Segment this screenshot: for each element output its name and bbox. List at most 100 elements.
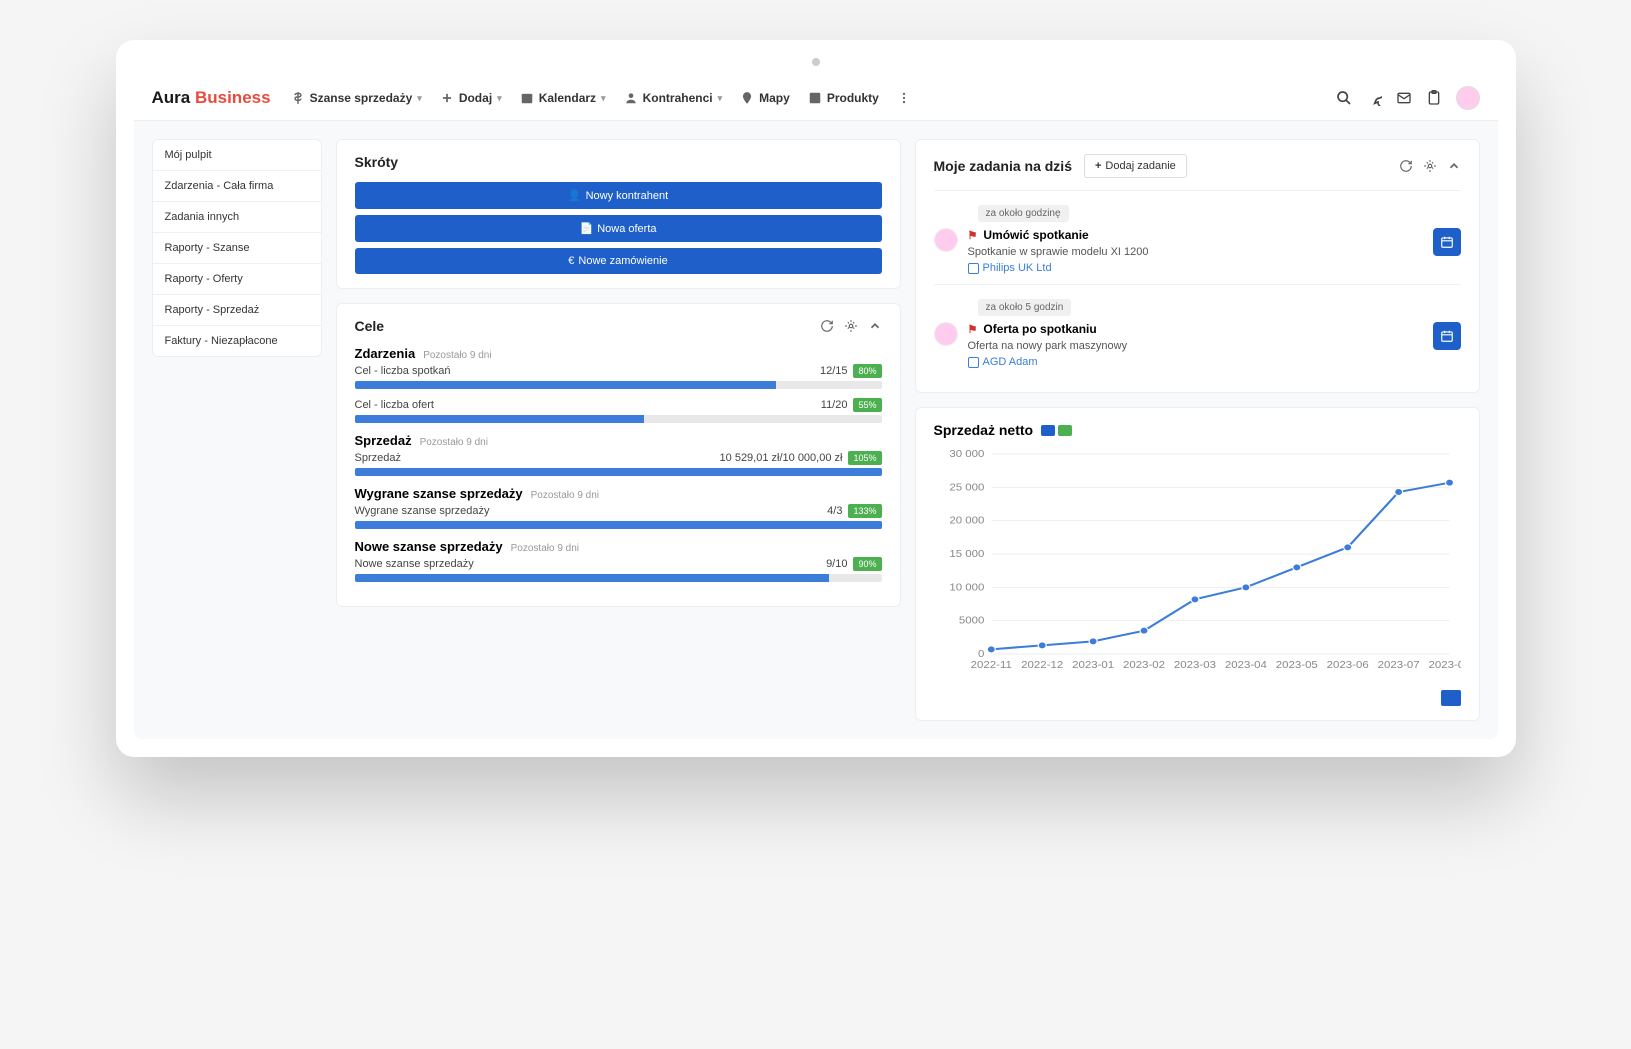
add-task-button[interactable]: +Dodaj zadanie	[1084, 154, 1187, 178]
sidebar-item-reports-offers[interactable]: Raporty - Oferty	[153, 264, 321, 295]
task-contractor-link[interactable]: Philips UK Ltd	[968, 262, 1423, 274]
shortcuts-title: Skróty	[355, 154, 399, 170]
svg-text:2023-07: 2023-07	[1377, 660, 1419, 671]
progress-bar	[355, 468, 882, 476]
chevron-down-icon: ▾	[601, 93, 606, 104]
more-vertical-icon	[897, 91, 911, 105]
svg-text:2023-02: 2023-02	[1123, 660, 1165, 671]
sales-chart-panel: Sprzedaż netto 0500010 00015 00020 00025…	[915, 407, 1480, 721]
tasks-title: Moje zadania na dziś	[934, 158, 1072, 174]
clipboard-icon[interactable]	[1426, 90, 1442, 106]
nav-maps[interactable]: Mapy	[740, 91, 790, 105]
chevron-down-icon: ▾	[497, 93, 502, 104]
series-icon-green	[1058, 425, 1072, 436]
goal-sales: Sprzedaż 10 529,01 zł/10 000,00 zł105%	[355, 452, 882, 476]
task-item: za około 5 godzin ⚑ Oferta po spotkaniu …	[934, 284, 1461, 378]
task-calendar-button[interactable]	[1433, 228, 1461, 256]
sidebar-item-dashboard[interactable]: Mój pulpit	[153, 140, 321, 171]
chart-title: Sprzedaż netto	[934, 422, 1034, 438]
goal-badge: 105%	[848, 451, 881, 465]
sidebar-item-invoices-unpaid[interactable]: Faktury - Niezapłacone	[153, 326, 321, 356]
svg-text:10 000: 10 000	[949, 582, 984, 593]
goal-won: Wygrane szanse sprzedaży 4/3133%	[355, 505, 882, 529]
svg-text:2023-05: 2023-05	[1275, 660, 1317, 671]
new-order-button[interactable]: €Nowe zamówienie	[355, 248, 882, 274]
goal-meetings: Cel - liczba spotkań 12/1580%	[355, 365, 882, 389]
shortcuts-panel: Skróty 👤Nowy kontrahent 📄Nowa oferta €No…	[336, 139, 901, 289]
svg-text:2022-11: 2022-11	[970, 660, 1011, 671]
goal-new: Nowe szanse sprzedaży 9/1090%	[355, 558, 882, 582]
flag-icon: ⚑	[968, 323, 978, 336]
progress-bar	[355, 574, 882, 582]
svg-text:25 000: 25 000	[949, 482, 984, 493]
grid-icon	[808, 91, 822, 105]
new-offer-button[interactable]: 📄Nowa oferta	[355, 215, 882, 242]
progress-bar	[355, 521, 882, 529]
sidebar-item-reports-sales[interactable]: Raporty - Sprzedaż	[153, 295, 321, 326]
table-view-button[interactable]	[1441, 690, 1461, 706]
search-icon[interactable]	[1336, 90, 1352, 106]
nav-more[interactable]	[897, 91, 911, 105]
chevron-up-icon[interactable]	[868, 319, 882, 333]
person-icon: 👤	[568, 190, 582, 202]
user-avatar[interactable]	[1456, 86, 1480, 110]
progress-bar	[355, 381, 882, 389]
gear-icon[interactable]	[1423, 159, 1437, 173]
chart-legend-icons	[1041, 425, 1072, 436]
chat-icon[interactable]	[1366, 90, 1382, 106]
svg-text:2023-01: 2023-01	[1072, 660, 1114, 671]
new-contractor-button[interactable]: 👤Nowy kontrahent	[355, 182, 882, 209]
task-time-badge: za około godzinę	[978, 205, 1069, 222]
goal-section-sales: Sprzedaż Pozostało 9 dni	[355, 433, 882, 448]
nav-sales-chances[interactable]: Szanse sprzedaży ▾	[291, 91, 422, 105]
calendar-icon	[520, 91, 534, 105]
task-avatar	[934, 228, 958, 252]
refresh-icon[interactable]	[820, 319, 834, 333]
progress-bar	[355, 415, 882, 423]
chevron-down-icon: ▾	[417, 93, 422, 104]
svg-text:2023-04: 2023-04	[1224, 660, 1266, 671]
sidebar-item-others-tasks[interactable]: Zadania innych	[153, 202, 321, 233]
app-logo: Aura Business	[152, 88, 271, 108]
chevron-up-icon[interactable]	[1447, 159, 1461, 173]
nav-contractors[interactable]: Kontrahenci ▾	[624, 91, 723, 105]
svg-text:0: 0	[978, 649, 984, 660]
goal-badge: 90%	[853, 557, 881, 571]
nav-products[interactable]: Produkty	[808, 91, 879, 105]
nav-calendar[interactable]: Kalendarz ▾	[520, 91, 606, 105]
task-title: Umówić spotkanie	[983, 228, 1088, 242]
mail-icon[interactable]	[1396, 90, 1412, 106]
file-icon: 📄	[579, 223, 593, 235]
task-item: za około godzinę ⚑ Umówić spotkanie Spot…	[934, 190, 1461, 284]
task-calendar-button[interactable]	[1433, 322, 1461, 350]
sidebar-item-reports-chances[interactable]: Raporty - Szanse	[153, 233, 321, 264]
dollar-icon	[291, 91, 305, 105]
goal-section-won: Wygrane szanse sprzedaży Pozostało 9 dni	[355, 486, 882, 501]
svg-text:5000: 5000	[958, 615, 984, 626]
goals-panel: Cele Zdarzenia Pozostało 9 dni	[336, 303, 901, 607]
top-navigation: Aura Business Szanse sprzedaży ▾ Dodaj ▾…	[134, 76, 1498, 121]
nav-add[interactable]: Dodaj ▾	[440, 91, 502, 105]
task-avatar	[934, 322, 958, 346]
sidebar-item-events[interactable]: Zdarzenia - Cała firma	[153, 171, 321, 202]
flag-icon: ⚑	[968, 229, 978, 242]
task-title: Oferta po spotkaniu	[983, 322, 1096, 336]
sidebar-nav: Mój pulpit Zdarzenia - Cała firma Zadani…	[152, 139, 322, 357]
chevron-down-icon: ▾	[718, 93, 723, 104]
goal-section-new: Nowe szanse sprzedaży Pozostało 9 dni	[355, 539, 882, 554]
tasks-panel: Moje zadania na dziś +Dodaj zadanie za o…	[915, 139, 1480, 393]
plus-icon	[440, 91, 454, 105]
goal-offers: Cel - liczba ofert 11/2055%	[355, 399, 882, 423]
pin-icon	[740, 91, 754, 105]
series-icon-blue	[1041, 425, 1055, 436]
goal-badge: 55%	[853, 398, 881, 412]
svg-text:2022-12: 2022-12	[1021, 660, 1063, 671]
file-icon	[968, 263, 979, 274]
plus-icon: +	[1095, 160, 1101, 172]
line-chart: 0500010 00015 00020 00025 00030 0002022-…	[934, 444, 1461, 684]
svg-text:2023-08: 2023-08	[1428, 660, 1460, 671]
task-desc: Oferta na nowy park maszynowy	[968, 340, 1423, 352]
refresh-icon[interactable]	[1399, 159, 1413, 173]
task-contractor-link[interactable]: AGD Adam	[968, 356, 1423, 368]
gear-icon[interactable]	[844, 319, 858, 333]
